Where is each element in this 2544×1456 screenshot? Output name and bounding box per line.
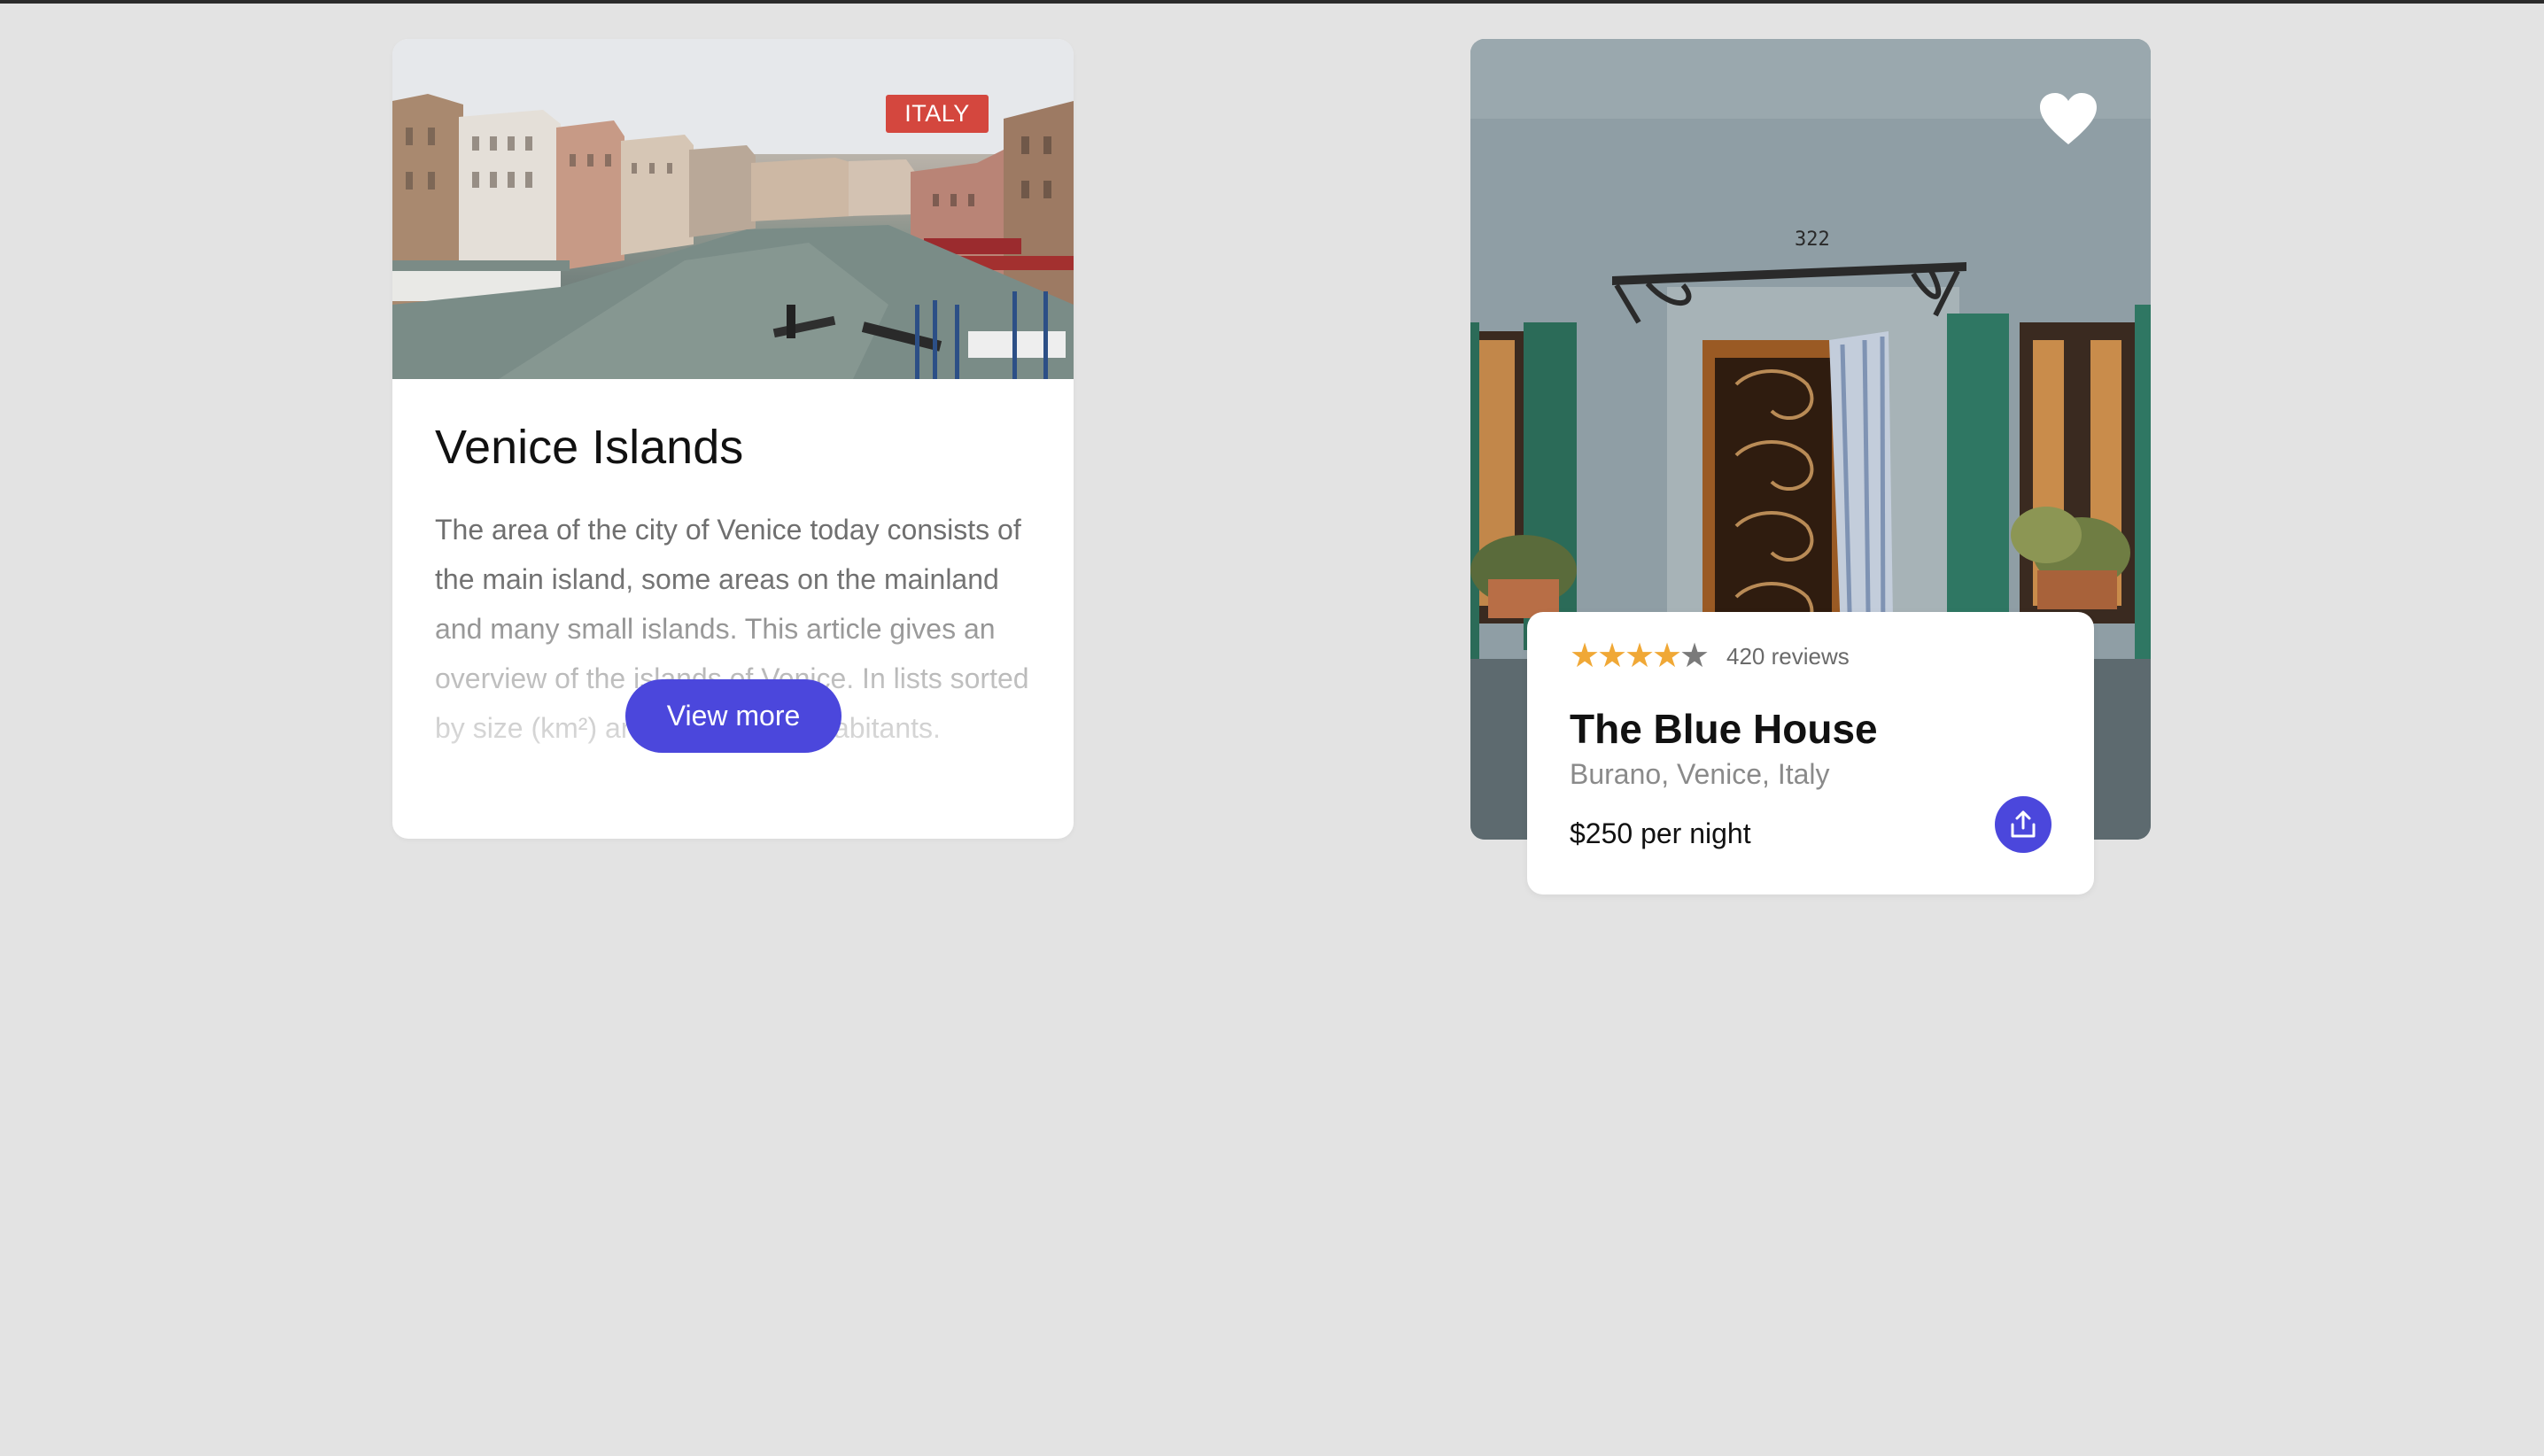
star-icon: ★ — [1652, 638, 1683, 675]
rating-row: ★ ★ ★ ★ ★ 420 reviews — [1570, 639, 1850, 674]
view-more-button[interactable]: View more — [625, 679, 842, 753]
house-price: $250 per night — [1570, 817, 1751, 849]
svg-text:322: 322 — [1795, 228, 1830, 251]
venice-canal-photo — [392, 39, 1074, 379]
card-title: Venice Islands — [435, 421, 744, 474]
country-badge: ITALY — [886, 95, 989, 133]
star-icon: ★ — [1679, 638, 1710, 675]
star-rating: ★ ★ ★ ★ ★ — [1570, 638, 1710, 675]
card-description-container: The area of the city of Venice today con… — [435, 505, 1046, 806]
house-title: The Blue House — [1570, 706, 1878, 752]
share-upload-icon — [2011, 810, 2036, 838]
share-button[interactable] — [1995, 796, 2051, 853]
star-icon: ★ — [1597, 638, 1628, 675]
star-icon: ★ — [1625, 638, 1656, 675]
house-info-panel: ★ ★ ★ ★ ★ 420 reviews The Blue House Bur… — [1527, 612, 2094, 895]
favorite-heart-button[interactable] — [2037, 89, 2099, 151]
review-count: 420 reviews — [1726, 642, 1850, 670]
star-icon: ★ — [1570, 638, 1601, 675]
house-location: Burano, Venice, Italy — [1570, 758, 1830, 790]
window-top-border — [0, 0, 2544, 4]
heart-icon — [2040, 93, 2097, 144]
